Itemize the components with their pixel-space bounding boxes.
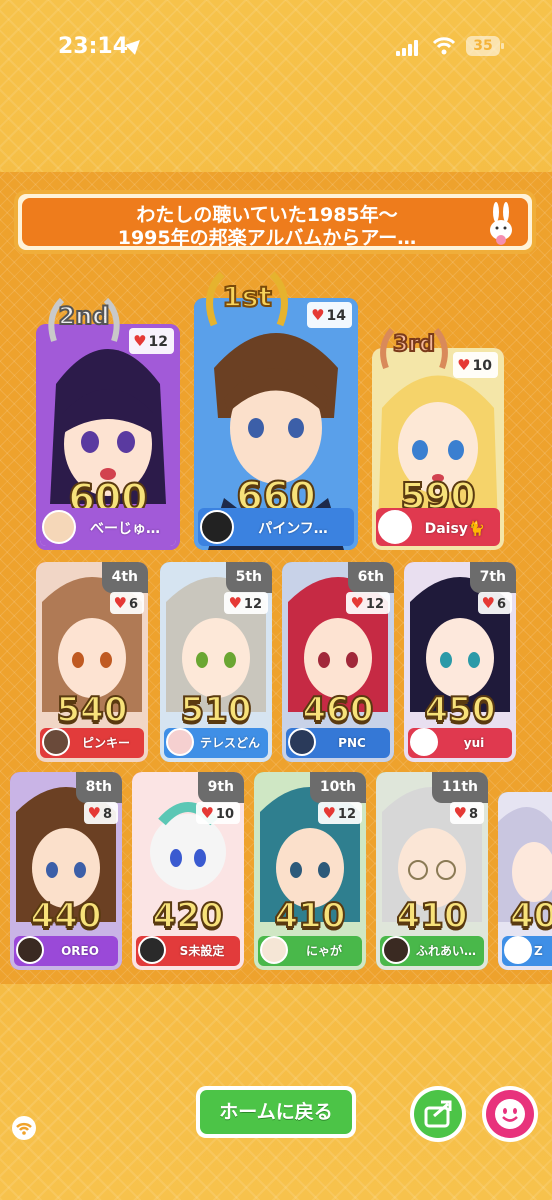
player-name: OREO <box>61 944 99 958</box>
player-name: PNC <box>338 736 366 750</box>
avatar <box>288 728 316 756</box>
rank-card-4th[interactable]: 540 ピンキー 4th ♥ 6 <box>36 562 148 762</box>
score: 450 <box>424 689 497 731</box>
like-count: ♥ 12 <box>346 592 390 614</box>
player-name: Z <box>534 944 543 958</box>
heart-icon: ♥ <box>453 804 467 822</box>
rank-badge-3rd: 3rd <box>376 326 452 372</box>
heart-icon: ♥ <box>228 594 242 612</box>
like-count: ♥ 14 <box>307 302 352 328</box>
avatar <box>42 728 70 756</box>
score: 510 <box>180 689 253 731</box>
title-banner: わたしの聴いていた1985年〜 1995年の邦楽アルバムからアー… <box>14 190 536 254</box>
heart-icon: ♥ <box>113 594 127 612</box>
status-bar: 23:14 35 <box>0 0 552 90</box>
rank-label: 7th <box>469 562 516 593</box>
rank-card-12th-partial[interactable]: 40 Z <box>498 792 552 970</box>
avatar <box>378 510 412 544</box>
rank-card-11th[interactable]: 410 ふれあい… 11th ♥ 8 <box>376 772 488 970</box>
rabbit-icon <box>490 202 512 245</box>
player-name: ふれあい… <box>415 944 476 958</box>
heart-icon: ♥ <box>481 594 495 612</box>
score: 460 <box>302 689 375 731</box>
score: 420 <box>152 895 225 937</box>
score: 410 <box>274 895 347 937</box>
rank-card-2nd[interactable]: 600 べーじゅ… ♥ 12 <box>36 324 180 550</box>
rank-card-5th[interactable]: 510 テレスどん 5th ♥ 12 <box>160 562 272 762</box>
player-name: Daisy🐈 <box>424 521 486 537</box>
like-count: ♥ 10 <box>453 352 498 378</box>
rank-card-7th[interactable]: 450 yui 7th ♥ 6 <box>404 562 516 762</box>
rank-badge-1st: 1st <box>202 270 292 330</box>
rank-label: 4th <box>101 562 148 593</box>
rank-label: 5th <box>225 562 272 593</box>
player-name: yui <box>463 736 485 750</box>
avatar <box>260 936 288 964</box>
avatar <box>138 936 166 964</box>
rank-label: 10th <box>309 772 366 803</box>
player-name: べーじゅ… <box>90 521 160 537</box>
rank-label: 8th <box>75 772 122 803</box>
heart-icon: ♥ <box>87 804 101 822</box>
heart-icon: ♥ <box>322 804 336 822</box>
like-count: ♥ 10 <box>196 802 240 824</box>
rank-label: 11th <box>431 772 488 803</box>
reaction-button[interactable] <box>482 1086 538 1142</box>
like-count: ♥ 12 <box>129 328 174 354</box>
heart-icon: ♥ <box>350 594 364 612</box>
rank-label: 9th <box>197 772 244 803</box>
location-arrow-icon <box>125 35 145 55</box>
status-time: 23:14 <box>58 34 129 59</box>
rank-card-6th[interactable]: 460 PNC 6th ♥ 12 <box>282 562 394 762</box>
like-count: ♥ 8 <box>83 802 118 824</box>
avatar <box>166 728 194 756</box>
player-name: ピンキー <box>81 736 130 750</box>
like-count: ♥ 12 <box>224 592 268 614</box>
home-button[interactable]: ホームに戻る <box>196 1086 356 1138</box>
rank-badge-2nd: 2nd <box>44 296 124 346</box>
rank-card-9th[interactable]: 420 S未設定 9th ♥ 10 <box>132 772 244 970</box>
avatar <box>16 936 44 964</box>
like-count: ♥ 6 <box>109 592 144 614</box>
avatar <box>42 510 76 544</box>
heart-icon: ♥ <box>133 332 147 350</box>
player-name: テレスどん <box>199 736 260 750</box>
player-name: パインフ… <box>258 521 328 537</box>
score: 410 <box>396 895 469 937</box>
wifi-icon <box>432 37 456 55</box>
like-count: ♥ 8 <box>449 802 484 824</box>
heart-icon: ♥ <box>311 306 325 324</box>
signal-icon <box>396 40 418 56</box>
page-title: わたしの聴いていた1985年〜 1995年の邦楽アルバムからアー… <box>117 204 417 249</box>
avatar <box>382 936 410 964</box>
rank-card-3rd[interactable]: 590 Daisy🐈 ♥ 10 <box>372 348 504 550</box>
like-count: ♥ 6 <box>477 592 512 614</box>
like-count: ♥ 12 <box>318 802 362 824</box>
rank-label: 6th <box>347 562 394 593</box>
heart-icon: ♥ <box>457 356 471 374</box>
share-icon <box>424 1100 452 1128</box>
heart-icon: ♥ <box>200 804 214 822</box>
avatar <box>410 728 438 756</box>
rank-card-10th[interactable]: 410 にゃが 10th ♥ 12 <box>254 772 366 970</box>
score: 440 <box>30 895 103 937</box>
smile-icon <box>495 1099 525 1129</box>
score: 40 <box>509 895 552 937</box>
rank-card-8th[interactable]: 440 OREO 8th ♥ 8 <box>10 772 122 970</box>
share-button[interactable] <box>410 1086 466 1142</box>
score: 540 <box>56 689 129 731</box>
connection-icon <box>12 1116 36 1140</box>
battery-icon: 35 <box>466 36 504 56</box>
avatar <box>200 510 234 544</box>
avatar <box>504 936 532 964</box>
player-name: にゃが <box>305 944 342 958</box>
rank-card-1st[interactable]: 660 パインフ… ♥ 14 <box>194 298 358 550</box>
player-name: S未設定 <box>179 944 225 958</box>
